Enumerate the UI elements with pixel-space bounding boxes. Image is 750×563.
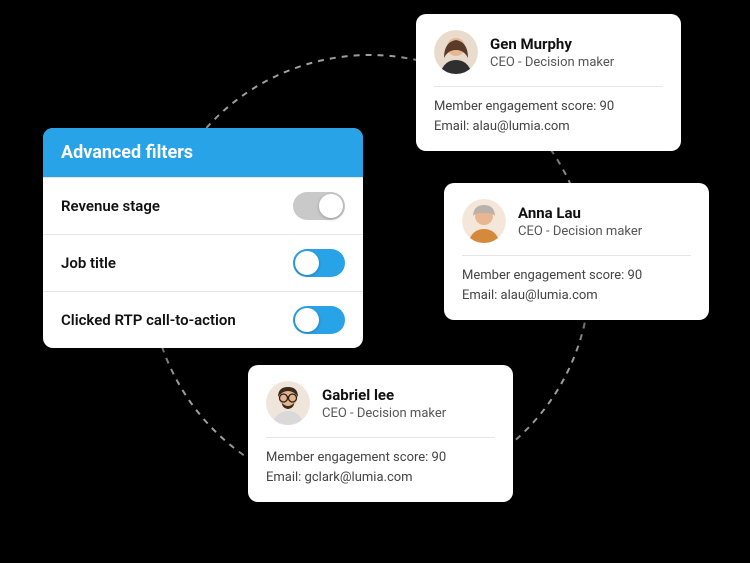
person-email: Email: alau@lumia.com (434, 117, 663, 137)
filter-row-clicked-rtp: Clicked RTP call-to-action (43, 291, 363, 348)
person-name: Anna Lau (518, 204, 642, 222)
filter-row-revenue-stage: Revenue stage (43, 177, 363, 234)
person-name: Gabriel lee (322, 386, 446, 404)
filter-toggle-clicked-rtp[interactable] (293, 306, 345, 334)
person-score: Member engagement score: 90 (266, 448, 495, 468)
advanced-filters-panel: Advanced filters Revenue stage Job title… (43, 128, 363, 348)
avatar (462, 199, 506, 243)
person-card: Anna Lau CEO - Decision maker Member eng… (444, 183, 709, 320)
person-card: Gabriel lee CEO - Decision maker Member … (248, 365, 513, 502)
filter-toggle-revenue-stage[interactable] (293, 192, 345, 220)
person-email: Email: gclark@lumia.com (266, 468, 495, 488)
filter-label: Job title (61, 254, 116, 272)
person-card: Gen Murphy CEO - Decision maker Member e… (416, 14, 681, 151)
person-name: Gen Murphy (490, 35, 614, 53)
person-title: CEO - Decision maker (518, 224, 642, 239)
person-score: Member engagement score: 90 (434, 97, 663, 117)
avatar (434, 30, 478, 74)
avatar (266, 381, 310, 425)
person-title: CEO - Decision maker (322, 406, 446, 421)
person-email: Email: alau@lumia.com (462, 286, 691, 306)
filter-toggle-job-title[interactable] (293, 249, 345, 277)
filter-row-job-title: Job title (43, 234, 363, 291)
person-title: CEO - Decision maker (490, 55, 614, 70)
filter-label: Clicked RTP call-to-action (61, 311, 236, 329)
filter-label: Revenue stage (61, 197, 160, 215)
person-score: Member engagement score: 90 (462, 266, 691, 286)
advanced-filters-heading: Advanced filters (43, 128, 363, 177)
